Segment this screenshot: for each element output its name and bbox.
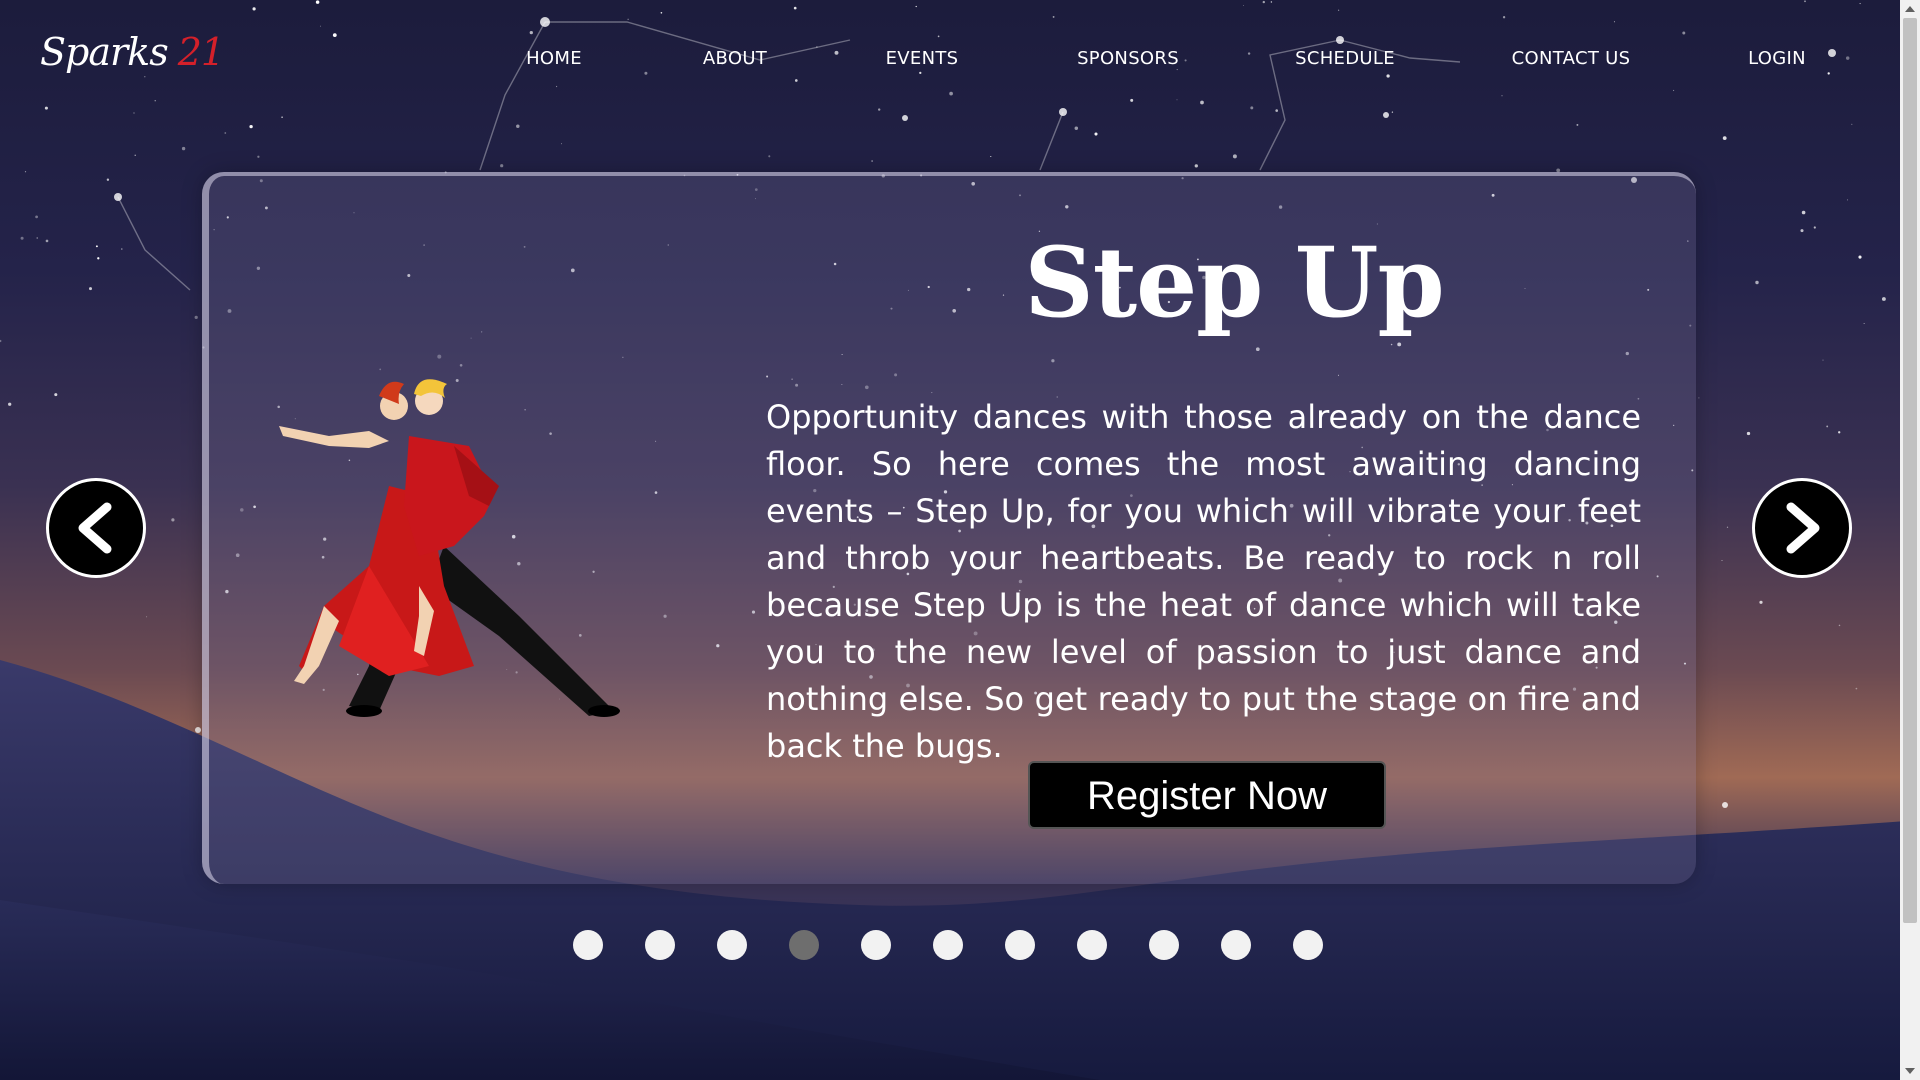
carousel-prev-button[interactable] bbox=[46, 478, 146, 578]
nav-sponsors[interactable]: SPONSORS bbox=[1077, 48, 1179, 69]
nav-schedule[interactable]: SCHEDULE bbox=[1295, 48, 1395, 69]
carousel-dot[interactable] bbox=[573, 930, 603, 960]
carousel-dot[interactable] bbox=[1077, 930, 1107, 960]
event-description: Opportunity dances with those already on… bbox=[766, 398, 1641, 765]
page: Sparks 21 HOME ABOUT EVENTS SPONSORS SCHE… bbox=[0, 0, 1920, 1080]
scroll-up-arrow-icon[interactable] bbox=[1905, 6, 1915, 12]
scroll-down-arrow-icon[interactable] bbox=[1905, 1068, 1915, 1074]
event-title: Step Up bbox=[1024, 226, 1444, 339]
nav-events[interactable]: EVENTS bbox=[886, 48, 959, 69]
nav-home[interactable]: HOME bbox=[526, 48, 582, 69]
carousel-dot[interactable] bbox=[1221, 930, 1251, 960]
main-nav: HOME ABOUT EVENTS SPONSORS SCHEDULE CONT… bbox=[0, 48, 1920, 72]
register-now-button[interactable]: Register Now bbox=[1028, 761, 1386, 829]
carousel-dot[interactable] bbox=[861, 930, 891, 960]
page-scrollbar[interactable] bbox=[1900, 0, 1920, 1080]
nav-login[interactable]: LOGIN bbox=[1748, 48, 1806, 69]
dancing-couple-illustration bbox=[279, 379, 620, 717]
carousel-dot[interactable] bbox=[717, 930, 747, 960]
nav-contact-us[interactable]: CONTACT US bbox=[1512, 48, 1631, 69]
nav-about[interactable]: ABOUT bbox=[703, 48, 767, 69]
carousel-next-button[interactable] bbox=[1752, 478, 1852, 578]
event-slide-card: Step Up Opportunity dances with those al… bbox=[202, 172, 1696, 884]
scrollbar-thumb[interactable] bbox=[1903, 18, 1917, 923]
carousel-dot[interactable] bbox=[1149, 930, 1179, 960]
carousel-dot[interactable] bbox=[789, 930, 819, 960]
carousel-dot[interactable] bbox=[933, 930, 963, 960]
chevron-left-icon bbox=[78, 502, 112, 554]
carousel-dot[interactable] bbox=[1293, 930, 1323, 960]
carousel-dot[interactable] bbox=[1005, 930, 1035, 960]
carousel-dot[interactable] bbox=[645, 930, 675, 960]
carousel-indicators bbox=[0, 930, 1920, 962]
chevron-right-icon bbox=[1786, 502, 1820, 554]
